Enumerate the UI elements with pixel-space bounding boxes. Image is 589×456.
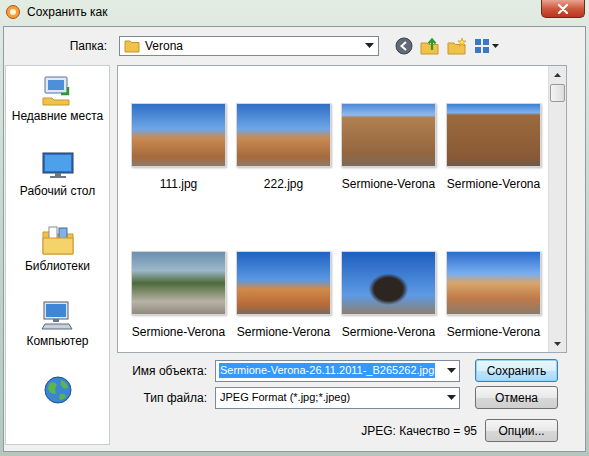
dialog-content: Папка: Verona Недавние места Рабочий стол Би…	[3, 26, 586, 452]
file-thumbnail	[236, 251, 331, 315]
save-form: Имя объекта: Sermione-Verona-26.11.2011-_…	[117, 353, 567, 442]
folder-select[interactable]: Verona	[119, 36, 379, 56]
scroll-up-icon	[554, 73, 561, 77]
dropdown-arrow-icon	[447, 395, 456, 401]
file-name: Sermione-Verona	[447, 325, 540, 339]
file-thumbnail	[446, 251, 541, 315]
sidebar-label: Библиотеки	[25, 259, 90, 274]
filename-value: Sermione-Verona-26.11.2011-_B265262.jpg	[219, 363, 435, 378]
file-thumbnail	[236, 103, 331, 167]
options-button[interactable]: Опции...	[485, 419, 558, 442]
up-folder-icon	[420, 37, 440, 55]
view-grid-icon	[474, 38, 500, 54]
recent-places-icon	[41, 74, 75, 106]
dropdown-arrow-icon	[365, 43, 374, 49]
filetype-select[interactable]: JPEG Format (*.jpg;*.jpeg)	[215, 387, 460, 409]
app-icon	[5, 4, 21, 20]
cancel-button[interactable]: Отмена	[475, 386, 558, 409]
sidebar-item[interactable]: Рабочий стол	[6, 145, 109, 220]
back-arrow-icon	[395, 37, 413, 55]
sidebar-label: Компьютер	[26, 334, 88, 349]
folder-label: Папка:	[5, 39, 107, 53]
file-name: 222.jpg	[264, 177, 303, 191]
folder-value: Verona	[145, 39, 360, 53]
scroll-thumb[interactable]	[550, 84, 565, 102]
file-name: Sermione-Verona	[342, 177, 435, 191]
title-bar: Сохранить как	[0, 0, 589, 26]
sidebar-label: Недавние места	[12, 109, 103, 124]
sidebar-item[interactable]: Компьютер	[6, 295, 109, 370]
quality-row: JPEG: Качество = 95 Опции...	[117, 419, 558, 442]
filetype-label: Тип файла:	[117, 391, 207, 405]
sidebar-item[interactable]: Библиотеки	[6, 220, 109, 295]
new-folder-icon	[447, 37, 467, 55]
file-list: 111.jpg 222.jpg Sermione-Verona Sermione-Ve…	[117, 65, 567, 353]
file-item[interactable]: Sermione-Verona	[126, 251, 231, 339]
file-thumbnail	[446, 103, 541, 167]
network-place[interactable]	[6, 370, 109, 445]
quality-text: JPEG: Качество = 95	[361, 424, 477, 438]
filename-label: Имя объекта:	[117, 364, 207, 378]
file-name: 111.jpg	[160, 177, 198, 191]
folder-row: Папка: Verona	[5, 27, 567, 65]
vertical-scrollbar[interactable]	[548, 66, 566, 352]
back-button[interactable]	[393, 36, 415, 56]
new-folder-button[interactable]	[445, 36, 469, 56]
file-thumbnail	[131, 103, 226, 167]
file-thumbnail	[341, 251, 436, 315]
scroll-down-button[interactable]	[549, 335, 566, 352]
file-thumbnail	[131, 251, 226, 315]
main-area: Недавние места Рабочий стол Библиотеки Комп…	[5, 65, 567, 451]
folder-icon	[124, 39, 140, 53]
places-sidebar: Недавние места Рабочий стол Библиотеки Комп…	[5, 65, 110, 445]
sidebar-item[interactable]: Недавние места	[6, 70, 109, 145]
desktop-icon	[41, 149, 75, 181]
file-item[interactable]: Sermione-Verona	[231, 251, 336, 339]
file-grid: 111.jpg 222.jpg Sermione-Verona Sermione-Ve…	[118, 66, 548, 352]
file-item[interactable]: 111.jpg	[126, 103, 231, 191]
view-menu-button[interactable]	[472, 37, 502, 55]
toolbar	[393, 36, 502, 56]
scroll-up-button[interactable]	[549, 66, 566, 83]
filetype-value: JPEG Format (*.jpg;*.jpeg)	[219, 390, 351, 405]
file-item[interactable]: Sermione-Verona	[336, 103, 441, 191]
file-name: Sermione-Verona	[447, 177, 540, 191]
save-button[interactable]: Сохранить	[475, 359, 558, 382]
network-icon	[41, 374, 75, 406]
file-thumbnail	[341, 103, 436, 167]
up-folder-button[interactable]	[418, 36, 442, 56]
computer-icon	[41, 299, 75, 331]
window-title: Сохранить как	[27, 3, 535, 21]
sidebar-label: Рабочий стол	[20, 184, 95, 199]
filename-input[interactable]: Sermione-Verona-26.11.2011-_B265262.jpg	[215, 360, 460, 382]
file-name: Sermione-Verona	[132, 325, 225, 339]
right-pane: 111.jpg 222.jpg Sermione-Verona Sermione-Ve…	[117, 65, 567, 451]
scroll-track	[549, 83, 566, 335]
scroll-down-icon	[554, 342, 561, 346]
dropdown-arrow-icon	[447, 368, 456, 374]
close-button[interactable]	[541, 0, 585, 18]
file-item[interactable]: Sermione-Verona	[441, 103, 546, 191]
file-item[interactable]: Sermione-Verona	[441, 251, 546, 339]
file-item[interactable]: 222.jpg	[231, 103, 336, 191]
file-name: Sermione-Verona	[237, 325, 330, 339]
libraries-icon	[41, 224, 75, 256]
close-icon	[557, 4, 569, 14]
save-dialog: Сохранить как Папка: Verona Недавние места Р…	[0, 0, 589, 456]
file-item[interactable]: Sermione-Verona	[336, 251, 441, 339]
file-name: Sermione-Verona	[342, 325, 435, 339]
